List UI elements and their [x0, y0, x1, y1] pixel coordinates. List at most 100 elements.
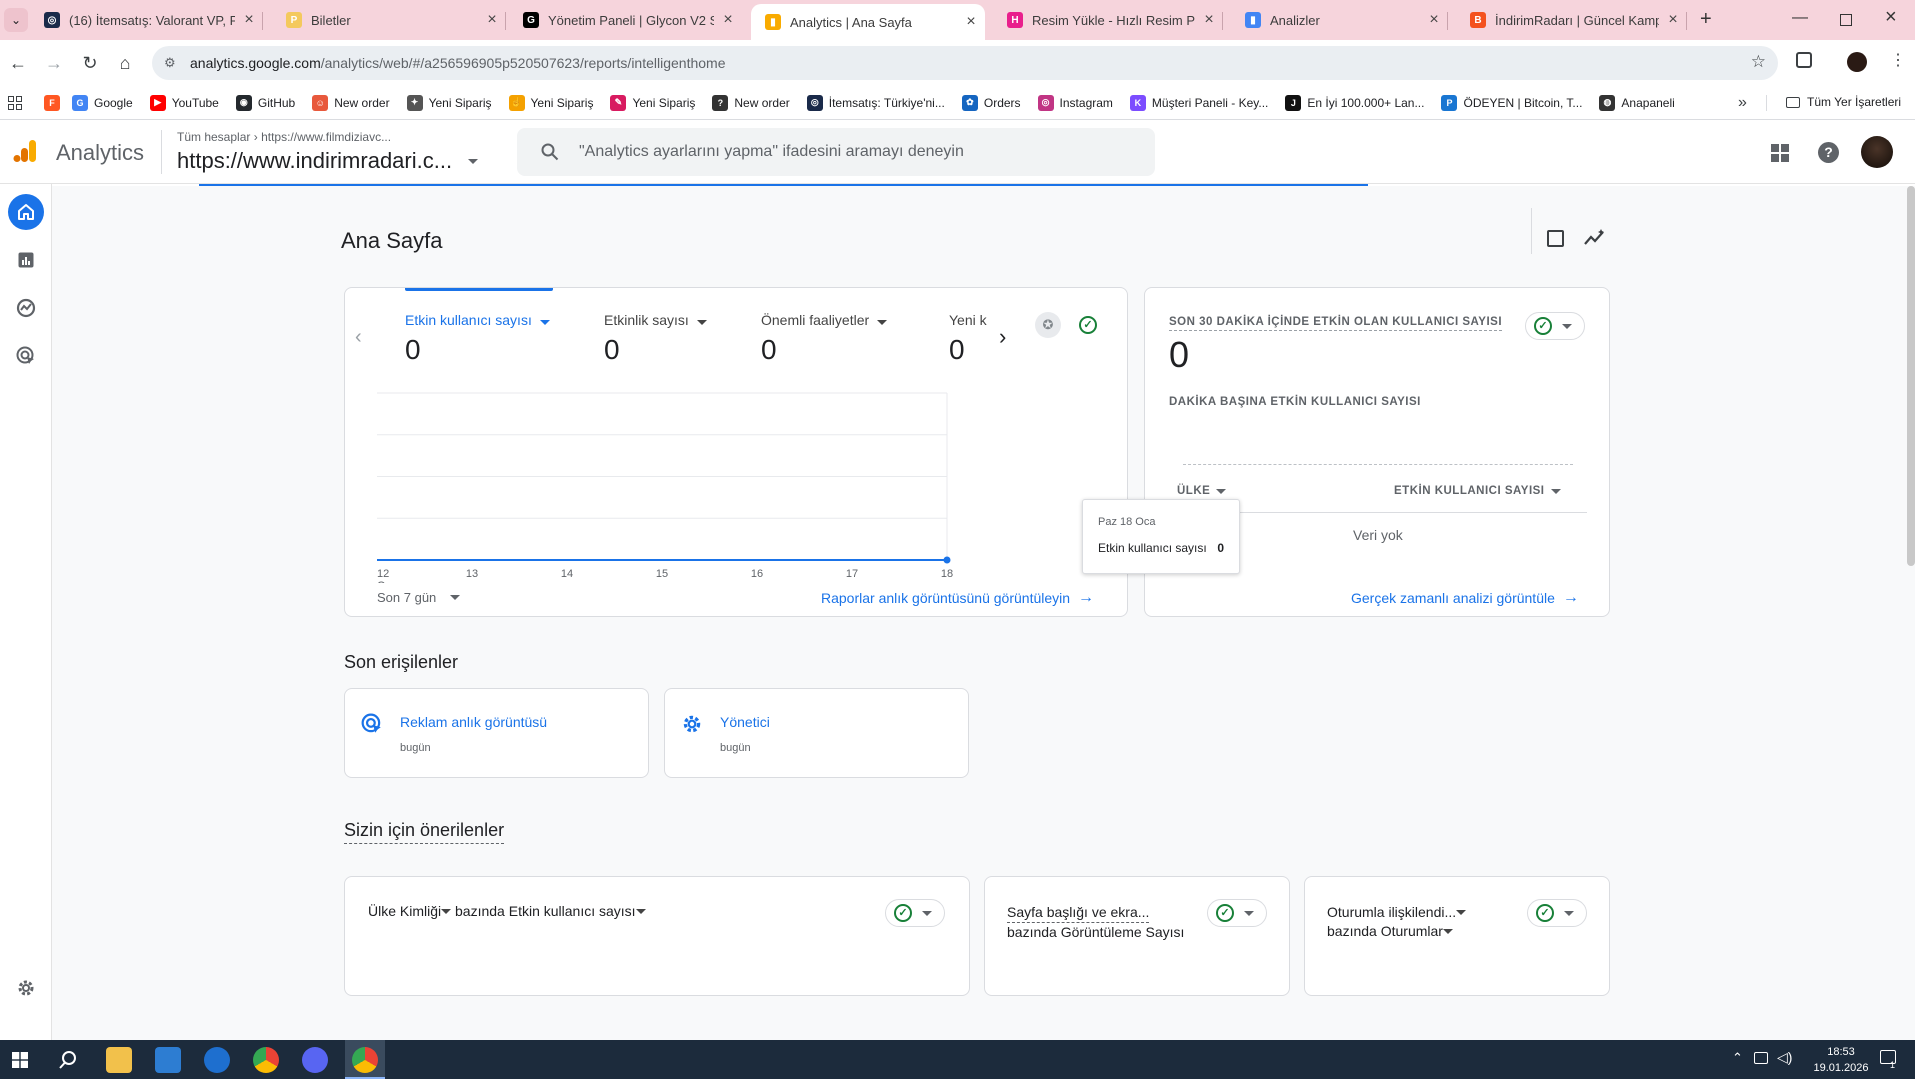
metric-active-users[interactable]: Etkin kullanıcı sayısı 0 [405, 312, 550, 366]
bookmark-item[interactable]: ☝ Yeni Sipariş [508, 94, 593, 111]
metric-new-users[interactable]: Yeni k 0 [949, 312, 991, 366]
bookmark-item[interactable]: F [44, 94, 66, 111]
bookmark-item[interactable]: ✿ Orders [961, 94, 1021, 111]
account-avatar[interactable] [1861, 136, 1893, 168]
browser-tab[interactable]: H Resim Yükle - Hızlı Resim Paylaş× [993, 0, 1223, 40]
windows-start-icon[interactable] [12, 1052, 28, 1068]
trend-insights-icon[interactable] [1584, 228, 1606, 248]
bookmark-item[interactable]: G Google [72, 94, 133, 111]
next-metrics-icon[interactable]: › [999, 324, 1006, 350]
volume-icon[interactable]: ◁) [1777, 1049, 1792, 1066]
metric-event-count[interactable]: Etkinlik sayısı 0 [604, 312, 707, 366]
realtime-quality-menu[interactable]: ✓ [1525, 312, 1585, 340]
browser-tab[interactable]: B İndirimRadarı | Güncel Kampanya× [1456, 0, 1687, 40]
bookmark-item[interactable]: ✎ Yeni Sipariş [610, 94, 695, 111]
bookmark-item[interactable]: ◎ İtemsatış: Türkiye'ni... [806, 94, 945, 111]
bookmark-item[interactable]: ◎ Instagram [1037, 94, 1113, 111]
recent-item[interactable]: Reklam anlık görüntüsü bugün [344, 688, 649, 778]
close-tab-icon[interactable]: × [1195, 11, 1223, 29]
bookmark-item[interactable]: ☺ New order [312, 94, 390, 111]
property-selector[interactable]: https://www.indirimradari.c... [177, 148, 479, 174]
browser-tab[interactable]: ◎ (16) İtemsatış: Valorant VP, P × [30, 0, 263, 40]
recommended-card[interactable]: Ülke Kimliği bazında Etkin kullanıcı say… [344, 876, 970, 996]
browser-tab[interactable]: G Yönetim Paneli | Glycon V2 SMM× [509, 0, 742, 40]
bookmark-item[interactable]: ✦ Yeni Sipariş [406, 94, 492, 111]
bookmark-item[interactable]: J En İyi 100.000+ Lan... [1285, 94, 1424, 111]
site-info-icon[interactable]: ⚙ [164, 55, 176, 71]
bookmark-item[interactable]: ◍ Anapaneli [1599, 94, 1675, 111]
bookmark-item[interactable]: K Müşteri Paneli - Key... [1129, 94, 1268, 111]
home-icon[interactable]: ⌂ [113, 51, 137, 75]
close-tab-icon[interactable]: × [957, 13, 985, 31]
admin-settings-icon[interactable] [8, 970, 44, 1006]
bookmark-item[interactable]: ? New order [712, 94, 790, 111]
discord-icon[interactable] [302, 1047, 328, 1073]
dimension-selector[interactable]: Sayfa başlığı ve ekra... [1007, 903, 1150, 923]
menu-icon[interactable]: ⋮ [1890, 50, 1906, 70]
browser-tab[interactable]: P Biletler × [272, 0, 506, 40]
recent-item[interactable]: Yönetici bugün [664, 688, 969, 778]
card-quality-menu[interactable]: ✓ [1207, 899, 1267, 927]
clock[interactable]: 18:53 19.01.2026 [1810, 1044, 1872, 1076]
apps-icon[interactable] [1771, 144, 1789, 162]
date-range-selector[interactable]: Son 7 gün [377, 590, 461, 605]
home-nav-icon[interactable] [8, 194, 44, 230]
active-users-column-header[interactable]: ETKİN KULLANICI SAYISI [1394, 485, 1561, 497]
close-window-icon[interactable]: × [1885, 6, 1897, 29]
all-bookmarks[interactable]: Tüm Yer İşaretleri [1786, 95, 1901, 109]
bookmark-star-icon[interactable]: ☆ [1751, 52, 1766, 72]
achievement-icon[interactable]: ✪ [1035, 312, 1061, 338]
close-tab-icon[interactable]: × [1420, 11, 1448, 29]
browser-tab[interactable]: ▮ Analytics | Ana Sayfa × [751, 4, 985, 40]
network-icon[interactable] [1754, 1052, 1768, 1064]
explore-icon[interactable] [8, 290, 44, 326]
show-hidden-icons[interactable]: ⌃ [1732, 1050, 1743, 1066]
address-bar[interactable]: ⚙ analytics.google.com/analytics/web/#/a… [152, 46, 1778, 80]
close-tab-icon[interactable]: × [478, 11, 506, 29]
realtime-link[interactable]: Gerçek zamanlı analizi görüntüle → [1351, 589, 1579, 607]
recommended-card[interactable]: Sayfa başlığı ve ekra... bazında Görüntü… [984, 876, 1290, 996]
data-quality-check-icon[interactable]: ✓ [1079, 316, 1097, 334]
metric-key-events[interactable]: Önemli faaliyetler 0 [761, 312, 888, 366]
dimension-selector[interactable]: Ülke Kimliği [368, 903, 441, 919]
more-bookmarks-icon[interactable]: » [1738, 94, 1747, 112]
search-box[interactable]: "Analytics ayarlarını yapma" ifadesini a… [517, 128, 1155, 176]
reports-snapshot-link[interactable]: Raporlar anlık görüntüsünü görüntüleyin … [821, 589, 1094, 607]
restore-icon[interactable] [1840, 14, 1852, 26]
breadcrumb[interactable]: Tüm hesaplar › https://www.filmdiziavc..… [177, 130, 391, 144]
page-scrollbar[interactable] [1907, 186, 1915, 566]
analytics-logo[interactable] [12, 138, 38, 164]
country-column-header[interactable]: ÜLKE [1177, 485, 1227, 497]
card-quality-menu[interactable]: ✓ [885, 899, 945, 927]
recommended-card[interactable]: Oturumla ilişkilendi... bazında Oturumla… [1304, 876, 1610, 996]
bookmark-item[interactable]: ▶ YouTube [149, 94, 219, 111]
app-name[interactable]: Analytics [56, 140, 144, 166]
reports-icon[interactable] [8, 242, 44, 278]
prev-metrics-icon[interactable]: ‹ [355, 326, 362, 349]
close-tab-icon[interactable]: × [1659, 11, 1687, 29]
reload-icon[interactable]: ↻ [78, 51, 102, 75]
close-tab-icon[interactable]: × [714, 11, 742, 29]
metric-selector[interactable]: Etkin kullanıcı sayısı [509, 903, 636, 919]
chrome-icon[interactable] [253, 1047, 279, 1073]
file-explorer-icon[interactable] [106, 1047, 132, 1073]
new-tab-button[interactable]: + [1700, 8, 1712, 31]
microsoft-store-icon[interactable] [155, 1047, 181, 1073]
profile-avatar[interactable] [1847, 52, 1867, 72]
outlook-icon[interactable] [204, 1047, 230, 1073]
minimize-icon[interactable]: — [1792, 9, 1808, 27]
chrome-active-app[interactable] [345, 1040, 385, 1079]
extensions-icon[interactable] [1796, 52, 1812, 68]
help-icon[interactable]: ? [1818, 142, 1839, 163]
advertising-icon[interactable] [8, 338, 44, 374]
recommended-section-title[interactable]: Sizin için önerilenler [344, 820, 505, 844]
bookmark-item[interactable]: P ÖDEYEN | Bitcoin, T... [1441, 94, 1582, 111]
card-quality-menu[interactable]: ✓ [1527, 899, 1587, 927]
apps-grid-icon[interactable] [8, 95, 22, 110]
back-icon[interactable]: ← [6, 51, 30, 75]
dimension-selector[interactable]: Oturumla ilişkilendi... [1327, 903, 1456, 922]
bookmark-item[interactable]: ◉ GitHub [235, 94, 295, 111]
taskbar-search-icon[interactable] [58, 1050, 78, 1070]
tab-search-button[interactable]: ⌄ [4, 8, 28, 32]
browser-tab[interactable]: ▮ Analizler × [1231, 0, 1448, 40]
